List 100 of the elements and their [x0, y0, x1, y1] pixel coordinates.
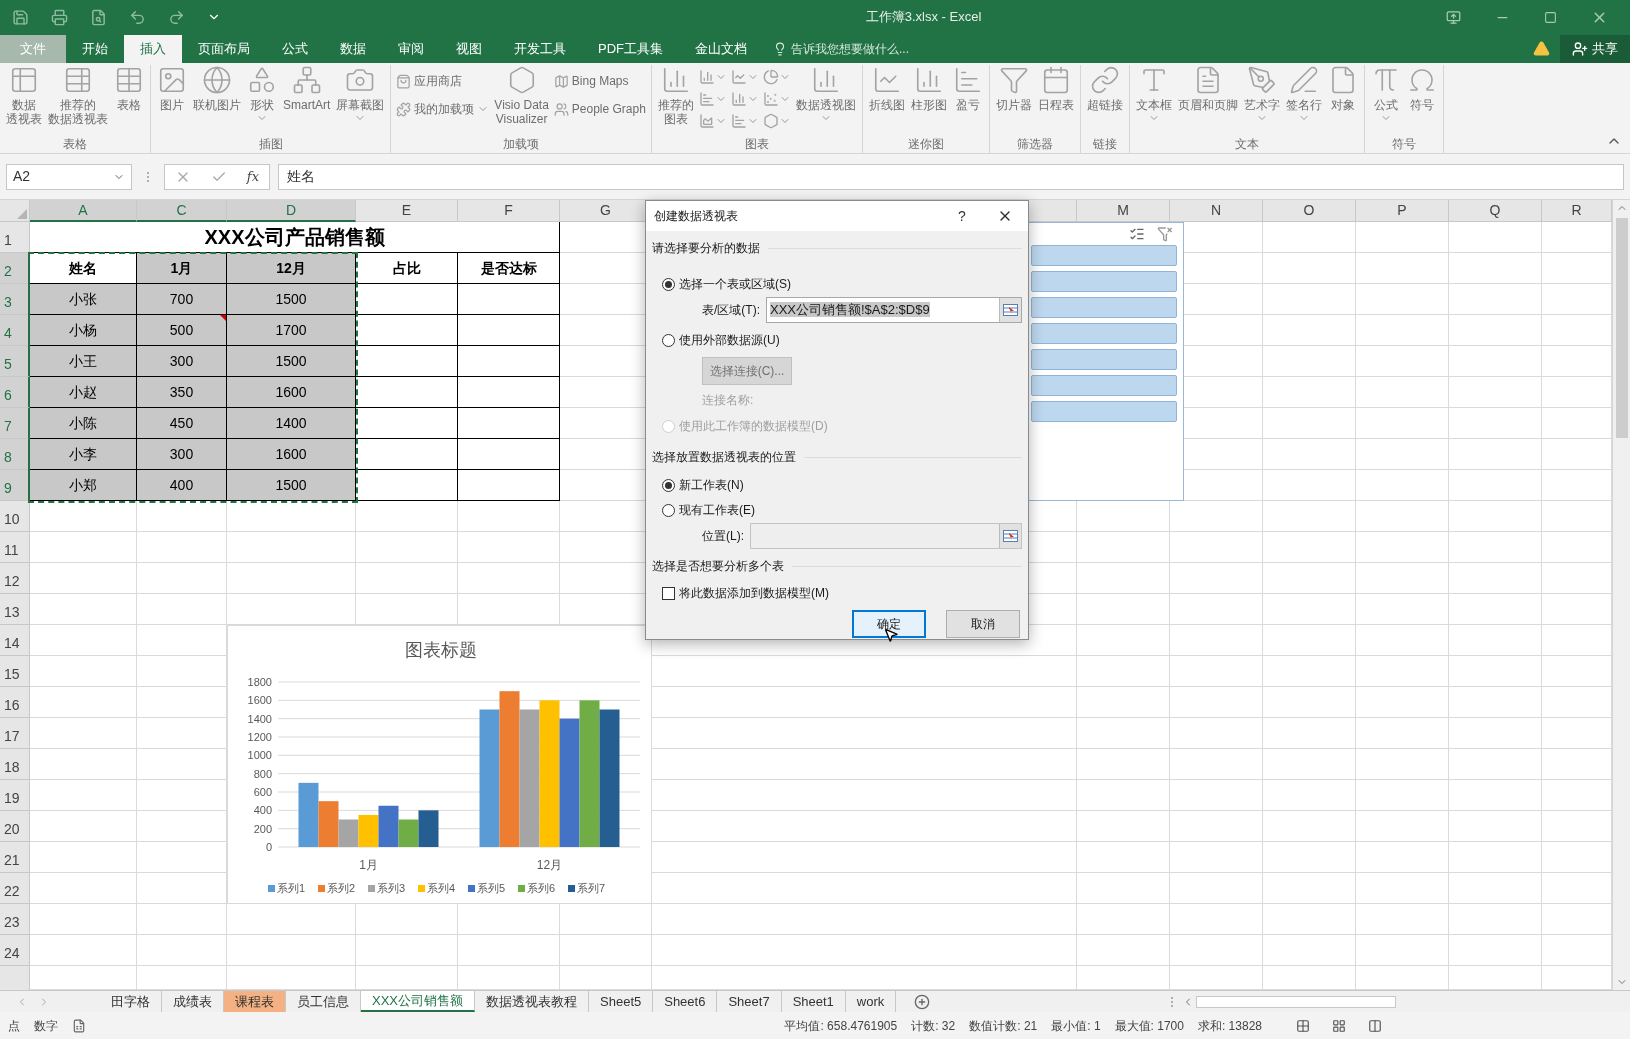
tell-me-field[interactable]: 告诉我您想要做什么...: [791, 40, 991, 58]
ribbon-button[interactable]: 联机图片: [190, 65, 244, 135]
ribbon-button[interactable]: 文本框: [1132, 65, 1175, 135]
scroll-thumb[interactable]: [1615, 218, 1628, 438]
ribbon-tab[interactable]: 金山文档: [679, 35, 763, 63]
row-header[interactable]: 15: [0, 656, 30, 687]
column-header[interactable]: A: [30, 200, 137, 222]
ribbon-button[interactable]: 折线图: [865, 65, 908, 135]
print-preview-icon[interactable]: [90, 8, 107, 26]
ribbon-button[interactable]: 对象: [1324, 65, 1361, 135]
row-header[interactable]: 4: [0, 315, 30, 346]
clear-filter-icon[interactable]: [1157, 226, 1173, 242]
ribbon-tab[interactable]: PDF工具集: [582, 35, 679, 63]
ribbon-tab[interactable]: 数据: [324, 35, 382, 63]
ribbon-tab[interactable]: 开始: [66, 35, 124, 63]
column-header[interactable]: N: [1170, 200, 1263, 222]
ribbon-tab[interactable]: 开发工具: [498, 35, 582, 63]
slicer-item[interactable]: [1031, 401, 1177, 422]
scroll-thumb[interactable]: [1196, 995, 1396, 1008]
radio-label[interactable]: 现有工作表(E): [679, 501, 755, 519]
ribbon-button[interactable]: 推荐的 数据透视表: [45, 65, 111, 135]
ribbon-button[interactable]: Visio Data Visualizer: [491, 65, 552, 135]
ribbon-button[interactable]: Bing Maps: [553, 71, 646, 91]
row-header[interactable]: 20: [0, 811, 30, 842]
column-header[interactable]: R: [1542, 200, 1612, 222]
row-header[interactable]: 1: [0, 222, 30, 253]
printer-icon[interactable]: [51, 8, 68, 26]
column-header[interactable]: E: [356, 200, 458, 222]
ribbon-button[interactable]: 形状: [244, 65, 280, 135]
column-header[interactable]: Q: [1449, 200, 1542, 222]
ribbon-button[interactable]: 日程表: [1034, 65, 1077, 135]
radio-button[interactable]: [662, 503, 675, 517]
ribbon-button[interactable]: SmartArt: [280, 65, 334, 135]
row-header[interactable]: 11: [0, 532, 30, 563]
row-header[interactable]: 16: [0, 687, 30, 718]
slicer-item[interactable]: [1031, 271, 1177, 292]
row-header[interactable]: 9: [0, 470, 30, 501]
formula-field[interactable]: 姓名: [278, 163, 1624, 190]
splitter-icon[interactable]: [146, 170, 150, 183]
ribbon-button[interactable]: 签名行: [1282, 65, 1325, 135]
ribbon-button[interactable]: 页眉和页脚: [1174, 65, 1241, 135]
chart-type-button[interactable]: [762, 89, 791, 109]
ribbon-button[interactable]: 图片: [154, 65, 190, 135]
dialog-button[interactable]: 取消: [946, 610, 1020, 638]
share-button[interactable]: 共享: [1560, 35, 1630, 63]
row-header[interactable]: [0, 966, 30, 990]
ribbon-button[interactable]: 数据透视图: [792, 65, 859, 135]
row-header[interactable]: 22: [0, 873, 30, 904]
insert-function-button[interactable]: fx: [246, 166, 259, 187]
sheet-tab[interactable]: XXX公司销售额: [361, 991, 475, 1012]
ribbon-button[interactable]: People Graph: [553, 99, 646, 119]
warning-icon[interactable]: [1533, 40, 1550, 57]
chart-type-button[interactable]: [698, 67, 727, 87]
column-header[interactable]: M: [1077, 200, 1170, 222]
ribbon-tab[interactable]: 页面布局: [182, 35, 266, 63]
slicer-item[interactable]: [1031, 349, 1177, 370]
ribbon-display-icon[interactable]: [1446, 9, 1461, 25]
row-header[interactable]: 21: [0, 842, 30, 873]
chart-type-button[interactable]: [762, 111, 791, 131]
undo-icon[interactable]: [129, 8, 146, 26]
row-header[interactable]: 23: [0, 904, 30, 935]
sheet-tab[interactable]: 课程表: [224, 991, 286, 1012]
slicer-item[interactable]: [1031, 323, 1177, 344]
page-layout-view-icon[interactable]: [1332, 1018, 1346, 1033]
row-header[interactable]: 13: [0, 594, 30, 625]
ribbon-button[interactable]: 我的加载项: [396, 99, 490, 119]
ribbon-button[interactable]: 应用商店: [396, 71, 490, 91]
row-header[interactable]: 19: [0, 780, 30, 811]
row-header[interactable]: 2: [0, 253, 30, 284]
row-header[interactable]: 24: [0, 935, 30, 966]
redo-icon[interactable]: [168, 8, 185, 26]
vertical-scrollbar[interactable]: [1612, 200, 1630, 990]
ribbon-tab[interactable]: 审阅: [382, 35, 440, 63]
column-header[interactable]: F: [458, 200, 560, 222]
column-header[interactable]: P: [1356, 200, 1449, 222]
row-header[interactable]: 7: [0, 408, 30, 439]
ribbon-button[interactable]: 屏幕截图: [333, 65, 388, 135]
name-box[interactable]: A2: [6, 163, 132, 190]
row-header[interactable]: 14: [0, 625, 30, 656]
checkbox-label[interactable]: 将此数据添加到数据模型(M): [679, 584, 829, 602]
row-header[interactable]: 8: [0, 439, 30, 470]
radio-button[interactable]: [662, 333, 675, 347]
maximize-icon[interactable]: [1544, 10, 1557, 24]
chart-type-button[interactable]: [698, 111, 727, 131]
row-header[interactable]: 12: [0, 563, 30, 594]
row-header[interactable]: 3: [0, 284, 30, 315]
column-header[interactable]: C: [137, 200, 227, 222]
normal-view-icon[interactable]: [1296, 1018, 1310, 1033]
row-header[interactable]: 18: [0, 749, 30, 780]
ribbon-button[interactable]: 推荐的 图表: [654, 65, 697, 135]
row-header[interactable]: 10: [0, 501, 30, 532]
ribbon-button[interactable]: 切片器: [992, 65, 1035, 135]
ribbon-button[interactable]: 表格: [111, 65, 147, 135]
ribbon-tab[interactable]: 视图: [440, 35, 498, 63]
ribbon-tab[interactable]: 插入: [124, 35, 182, 63]
row-header[interactable]: 6: [0, 377, 30, 408]
ribbon-button[interactable]: 公式: [1367, 65, 1404, 135]
chart-type-button[interactable]: [730, 67, 759, 87]
multi-select-icon[interactable]: [1129, 226, 1145, 242]
ribbon-button[interactable]: 符号: [1403, 65, 1440, 135]
